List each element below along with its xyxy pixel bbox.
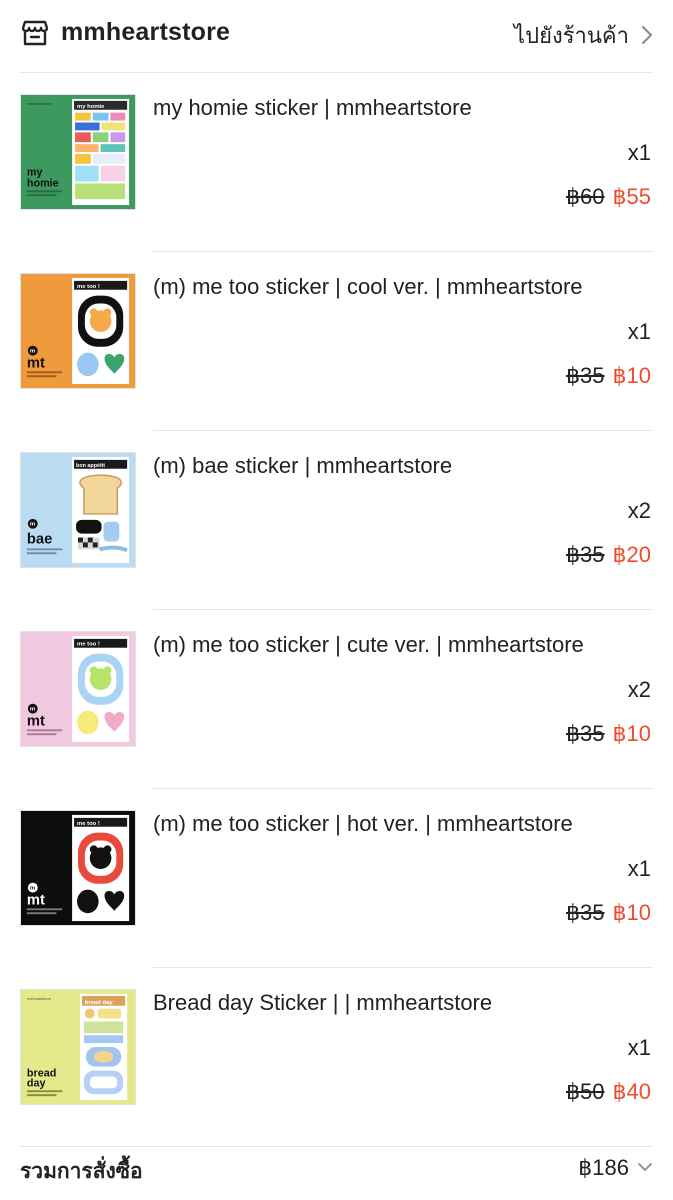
original-price: ฿35: [566, 363, 605, 388]
product-title[interactable]: Bread day Sticker | | mmheartstore: [153, 990, 492, 1016]
price-group: ฿50 ฿40: [566, 1079, 651, 1105]
sale-price: ฿40: [612, 1079, 651, 1104]
original-price: ฿60: [566, 184, 605, 209]
product-title[interactable]: my homie sticker | mmheartstore: [153, 95, 472, 121]
price-group: ฿60 ฿55: [566, 184, 651, 210]
product-quantity: x1: [627, 1035, 651, 1060]
product-quantity: x2: [627, 677, 651, 702]
sale-price: ฿10: [612, 363, 651, 388]
product-quantity: x1: [627, 856, 651, 881]
product-quantity: x2: [627, 498, 651, 523]
product-quantity: x1: [627, 319, 651, 344]
product-title[interactable]: (m) me too sticker | cool ver. | mmheart…: [153, 274, 583, 300]
bae-sticker-sheet-icon: bon appétit m bae: [21, 453, 135, 567]
svg-text:mt: mt: [27, 355, 45, 371]
me-too-cute-sticker-sheet-icon: me too ! m mt: [21, 632, 135, 746]
my-homie-sticker-sheet-icon: mmheartstore my homie my homie: [21, 95, 135, 209]
product-quantity: x1: [627, 140, 651, 165]
price-group: ฿35 ฿10: [566, 900, 651, 926]
store-icon: [21, 20, 49, 46]
sale-price: ฿10: [612, 900, 651, 925]
product-thumbnail[interactable]: mmheartstore my homie my homie: [20, 94, 136, 210]
goto-shop-label: ไปยังร้านค้า: [514, 23, 629, 49]
order-item-list: mmheartstore my homie my homie my homie …: [0, 73, 673, 1147]
svg-text:bae: bae: [27, 531, 52, 547]
original-price: ฿50: [566, 1079, 605, 1104]
svg-text:homie: homie: [27, 177, 59, 189]
product-thumbnail[interactable]: me too ! m mt: [20, 810, 136, 926]
order-total-row[interactable]: รวมการสั่งซื้อ ฿186: [0, 1147, 673, 1200]
chevron-down-icon[interactable]: [637, 1161, 653, 1173]
svg-text:day: day: [27, 1077, 46, 1089]
svg-text:m: m: [30, 349, 35, 355]
product-title[interactable]: (m) bae sticker | mmheartstore: [153, 453, 452, 479]
original-price: ฿35: [566, 721, 605, 746]
svg-text:me too !: me too !: [77, 284, 100, 290]
chevron-right-icon: [642, 26, 652, 44]
svg-text:m: m: [30, 707, 35, 713]
product-thumbnail[interactable]: mmheartstore bread day bread day: [20, 989, 136, 1105]
svg-text:mt: mt: [27, 892, 45, 908]
svg-text:me too !: me too !: [77, 642, 100, 648]
shop-name[interactable]: mmheartstore: [61, 18, 230, 47]
product-thumbnail[interactable]: me too ! m mt: [20, 273, 136, 389]
price-group: ฿35 ฿10: [566, 721, 651, 747]
order-item[interactable]: me too ! m mt (m) me too sticker | cute …: [0, 610, 673, 789]
sale-price: ฿55: [612, 184, 651, 209]
price-group: ฿35 ฿10: [566, 363, 651, 389]
me-too-cool-sticker-sheet-icon: me too ! m mt: [21, 274, 135, 388]
sale-price: ฿10: [612, 721, 651, 746]
svg-text:mt: mt: [27, 713, 45, 729]
svg-text:mmheartstore: mmheartstore: [27, 101, 51, 106]
svg-text:bread day: bread day: [85, 1000, 113, 1006]
me-too-hot-sticker-sheet-icon: me too ! m mt: [21, 811, 135, 925]
svg-text:me too !: me too !: [77, 821, 100, 827]
product-thumbnail[interactable]: bon appétit m bae: [20, 452, 136, 568]
bread-day-sticker-sheet-icon: mmheartstore bread day bread day: [21, 990, 135, 1104]
order-item[interactable]: mmheartstore bread day bread day Bread d…: [0, 968, 673, 1147]
order-total-value: ฿186: [578, 1155, 629, 1180]
original-price: ฿35: [566, 900, 605, 925]
svg-text:m: m: [30, 522, 35, 528]
order-item[interactable]: bon appétit m bae (m) bae sticker | mmhe…: [0, 431, 673, 610]
svg-text:my homie: my homie: [77, 104, 105, 110]
sale-price: ฿20: [612, 542, 651, 567]
svg-text:mmheartstore: mmheartstore: [27, 996, 51, 1001]
svg-text:m: m: [30, 886, 35, 892]
order-total-label: รวมการสั่งซื้อ: [20, 1159, 143, 1183]
shop-header: mmheartstore ไปยังร้านค้า: [0, 0, 673, 72]
price-group: ฿35 ฿20: [566, 542, 651, 568]
order-item[interactable]: me too ! m mt (m) me too sticker | hot v…: [0, 789, 673, 968]
product-title[interactable]: (m) me too sticker | hot ver. | mmhearts…: [153, 811, 573, 837]
order-item[interactable]: me too ! m mt (m) me too sticker | cool …: [0, 252, 673, 431]
goto-shop-link[interactable]: ไปยังร้านค้า: [514, 20, 653, 50]
original-price: ฿35: [566, 542, 605, 567]
product-thumbnail[interactable]: me too ! m mt: [20, 631, 136, 747]
svg-text:bon appétit: bon appétit: [76, 463, 105, 469]
order-item[interactable]: mmheartstore my homie my homie my homie …: [0, 73, 673, 252]
product-title[interactable]: (m) me too sticker | cute ver. | mmheart…: [153, 632, 584, 658]
